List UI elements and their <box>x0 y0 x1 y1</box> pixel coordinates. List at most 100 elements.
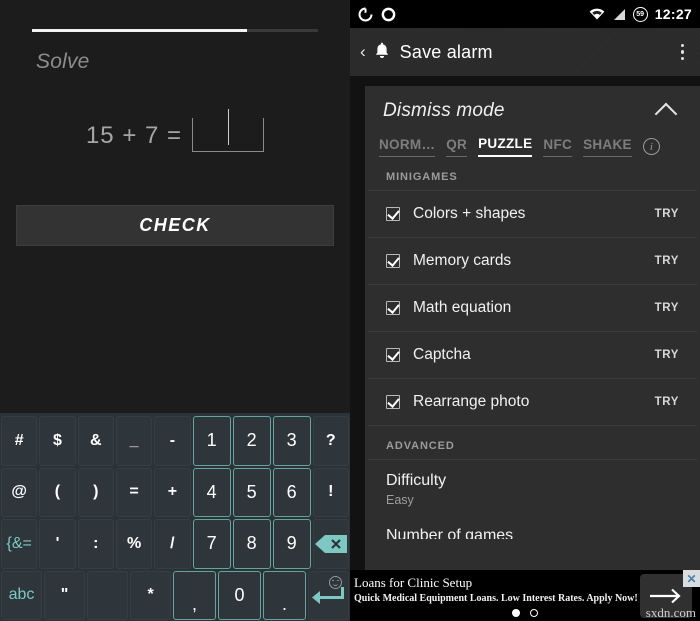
card-title: Dismiss mode <box>383 100 505 121</box>
tab-puzzle[interactable]: PUZZLE <box>478 136 533 157</box>
minigame-row[interactable]: Rearrange photo TRY <box>368 379 697 426</box>
puzzle-panel: Solve 15 + 7 = CHECK # $ & _ -1 2 3? @() = +4 5 6!{… <box>0 0 350 621</box>
key-slash[interactable]: / <box>154 519 191 569</box>
equation-row: 15 + 7 = <box>0 109 350 152</box>
ad-title: Loans for Clinic Setup <box>354 575 473 590</box>
key-abc[interactable]: abc <box>1 570 43 620</box>
enter-icon[interactable] <box>307 570 349 620</box>
minigame-row[interactable]: Memory cards TRY <box>368 238 697 285</box>
page-title: Save alarm <box>399 41 493 62</box>
key-quote[interactable]: " <box>44 570 86 620</box>
key-exclamation[interactable]: ! <box>312 467 349 517</box>
spinner-notification-icon <box>358 7 373 21</box>
preference-difficulty[interactable]: Difficulty Easy <box>368 460 697 517</box>
try-button[interactable]: TRY <box>655 255 679 267</box>
card-header[interactable]: Dismiss mode <box>365 86 700 132</box>
battery-icon: 59 <box>632 6 648 22</box>
backspace-icon[interactable] <box>312 519 349 569</box>
emoji-icon[interactable] <box>328 575 342 589</box>
minigame-label: Captcha <box>413 346 471 363</box>
answer-input[interactable] <box>192 109 265 152</box>
key-9[interactable]: 9 <box>272 519 311 569</box>
minigame-row[interactable]: Colors + shapes TRY <box>368 191 697 238</box>
key-1[interactable]: 1 <box>192 416 231 466</box>
key-label: 6 <box>286 481 297 502</box>
tab-qr[interactable]: QR <box>446 137 468 157</box>
tab-shake[interactable]: SHAKE <box>583 137 632 157</box>
screen: Solve 15 + 7 = CHECK # $ & _ -1 2 3? @() = +4 5 6!{… <box>0 0 700 621</box>
minigame-checkbox[interactable] <box>386 301 400 315</box>
ad-dot-active[interactable] <box>512 609 520 617</box>
signal-icon <box>613 8 625 20</box>
tab-norm[interactable]: NORM… <box>379 137 436 157</box>
try-button[interactable]: TRY <box>655 349 679 361</box>
key-asterisk[interactable]: * <box>130 570 172 620</box>
key-paren-close[interactable]: ) <box>77 467 114 517</box>
ad-close-icon[interactable]: ✕ <box>683 570 700 587</box>
key-comma[interactable]: , <box>173 570 217 620</box>
info-icon[interactable]: i <box>642 138 660 155</box>
key-space[interactable] <box>87 570 129 620</box>
section-label-advanced: ADVANCED <box>368 426 697 460</box>
key-label: 8 <box>246 533 257 554</box>
key-colon[interactable]: : <box>77 519 114 569</box>
key-6[interactable]: 6 <box>272 467 311 517</box>
key-5[interactable]: 5 <box>232 467 271 517</box>
chevron-up-icon[interactable] <box>654 102 678 126</box>
status-clock: 12:27 <box>654 6 692 22</box>
key-label: 5 <box>246 481 257 502</box>
key-at[interactable]: @ <box>1 467 38 517</box>
status-bar: 59 12:27 <box>350 0 700 28</box>
key-dollar[interactable]: $ <box>39 416 76 466</box>
key-underscore[interactable]: _ <box>115 416 153 466</box>
ad-banner[interactable]: Loans for Clinic Setup Quick Medical Equ… <box>350 570 700 621</box>
minigame-checkbox[interactable] <box>386 207 400 221</box>
check-button[interactable]: CHECK <box>16 205 334 246</box>
minigame-row[interactable]: Captcha TRY <box>368 332 697 379</box>
equation-text: 15 + 7 = <box>85 122 183 149</box>
overflow-menu-icon[interactable] <box>680 43 691 61</box>
puzzle-progress-bar <box>32 29 318 32</box>
preference-number-of-games[interactable]: Number of games <box>368 517 697 539</box>
key-label: . <box>281 594 287 614</box>
onscreen-keyboard[interactable]: # $ & _ -1 2 3? @() = +4 5 6! {&= ':%/ 7 8 9 abc " *, 0. <box>0 413 350 621</box>
key-hash[interactable]: # <box>1 416 38 466</box>
dismiss-mode-tabs[interactable]: NORM… QR PUZZLE NFC SHAKE i <box>365 132 700 157</box>
wifi-icon <box>589 8 605 19</box>
minigame-label: Rearrange photo <box>413 393 530 410</box>
key-apostrophe[interactable]: ' <box>39 519 76 569</box>
battery-level: 59 <box>636 10 645 18</box>
try-button[interactable]: TRY <box>655 208 679 220</box>
minigame-checkbox[interactable] <box>386 254 400 268</box>
minigame-checkbox[interactable] <box>386 348 400 362</box>
alarm-bell-icon <box>375 42 388 58</box>
key-question[interactable]: ? <box>312 416 349 466</box>
key-0[interactable]: 0 <box>218 570 261 620</box>
try-button[interactable]: TRY <box>655 302 679 314</box>
key-ampersand[interactable]: & <box>77 416 114 466</box>
key-4[interactable]: 4 <box>192 467 231 517</box>
key-period[interactable]: . <box>263 570 306 620</box>
watermark: sxdn.com <box>645 605 696 620</box>
card-body: MINIGAMES Colors + shapes TRY Memory cards T… <box>365 157 700 539</box>
key-7[interactable]: 7 <box>192 519 231 569</box>
key-hyphen[interactable]: - <box>154 416 191 466</box>
key-symbols[interactable]: {&= <box>1 519 38 569</box>
key-equals[interactable]: = <box>115 467 153 517</box>
tab-nfc[interactable]: NFC <box>543 137 573 157</box>
key-paren-open[interactable]: ( <box>39 467 76 517</box>
back-chevron-icon[interactable]: ‹ <box>360 42 372 62</box>
key-label: 7 <box>206 533 217 554</box>
key-percent[interactable]: % <box>115 519 153 569</box>
minigame-row[interactable]: Math equation TRY <box>368 285 697 332</box>
minigame-checkbox[interactable] <box>386 395 400 409</box>
minigame-label: Memory cards <box>413 252 512 269</box>
backspace-glyph <box>314 534 347 553</box>
key-8[interactable]: 8 <box>232 519 271 569</box>
key-plus[interactable]: + <box>154 467 191 517</box>
keyboard-row: @() = +4 5 6! <box>0 467 350 519</box>
ad-dot-inactive[interactable] <box>530 609 538 617</box>
try-button[interactable]: TRY <box>655 396 679 408</box>
key-2[interactable]: 2 <box>232 416 271 466</box>
key-3[interactable]: 3 <box>272 416 311 466</box>
